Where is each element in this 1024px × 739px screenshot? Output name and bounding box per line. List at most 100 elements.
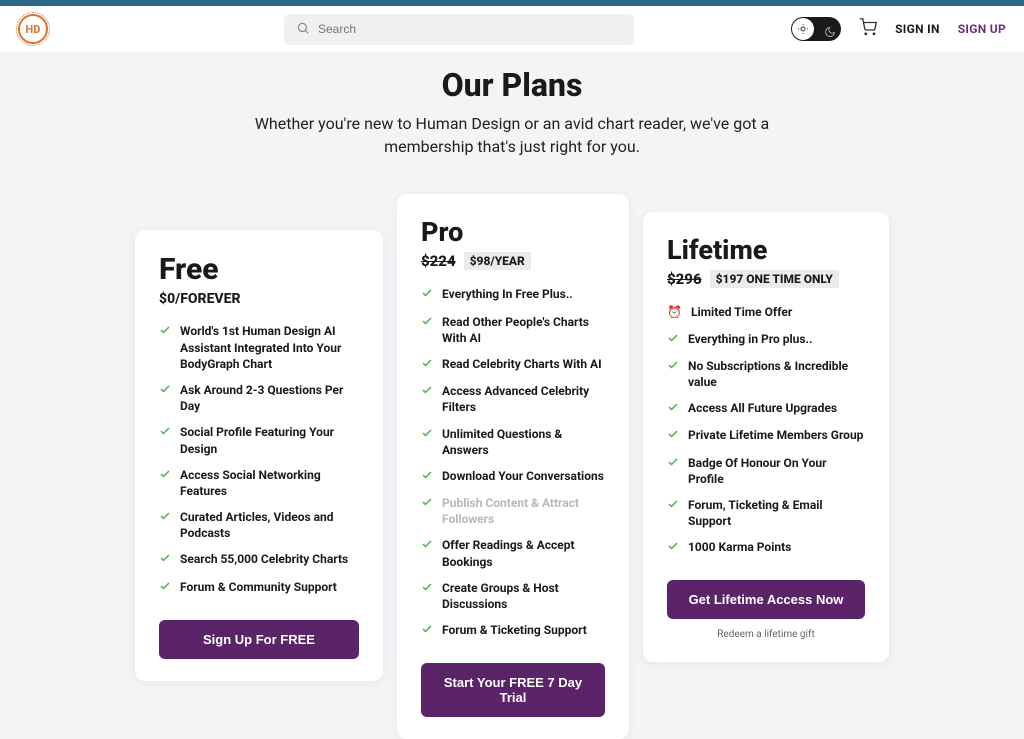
feature-text: Unlimited Questions & Answers (442, 426, 605, 458)
feature-text: Ask Around 2-3 Questions Per Day (180, 382, 359, 414)
feature-item: Unlimited Questions & Answers (421, 426, 605, 458)
check-icon (159, 510, 171, 526)
check-icon (159, 383, 171, 399)
feature-item: Read Other People's Charts With AI (421, 314, 605, 346)
check-icon (421, 538, 433, 554)
plan-price-line: $296 $197 ONE TIME ONLY (667, 270, 865, 288)
sign-up-link[interactable]: SIGN UP (958, 22, 1006, 36)
feature-item: Private Lifetime Members Group (667, 427, 865, 444)
feature-text: Publish Content & Attract Followers (442, 495, 605, 527)
check-icon (421, 287, 433, 303)
page-title: Our Plans (0, 66, 1024, 104)
check-icon (159, 425, 171, 441)
feature-text: Badge Of Honour On Your Profile (688, 455, 865, 487)
feature-item: Everything in Pro plus.. (667, 331, 865, 348)
new-price: $98/YEAR (464, 252, 531, 270)
plan-name: Lifetime (667, 234, 865, 266)
cart-icon[interactable] (859, 18, 877, 40)
limited-offer-row: ⏰ Limited Time Offer (667, 304, 865, 320)
feature-text: Offer Readings & Accept Bookings (442, 537, 605, 569)
check-icon (667, 401, 679, 417)
feature-text: Create Groups & Host Discussions (442, 580, 605, 612)
feature-item: Forum, Ticketing & Email Support (667, 497, 865, 529)
feature-item: Offer Readings & Accept Bookings (421, 537, 605, 569)
lifetime-cta-button[interactable]: Get Lifetime Access Now (667, 580, 865, 619)
feature-text: Access All Future Upgrades (688, 400, 837, 416)
feature-item: Ask Around 2-3 Questions Per Day (159, 382, 359, 414)
feature-item: World's 1st Human Design AI Assistant In… (159, 323, 359, 372)
sign-in-link[interactable]: SIGN IN (895, 22, 940, 36)
search-input[interactable] (318, 22, 622, 36)
check-icon (667, 332, 679, 348)
check-icon (667, 428, 679, 444)
feature-text: Everything in Pro plus.. (688, 331, 813, 347)
old-price: $296 (667, 270, 702, 288)
feature-text: Everything In Free Plus.. (442, 286, 573, 302)
feature-text: Curated Articles, Videos and Podcasts (180, 509, 359, 541)
moon-icon (824, 23, 836, 35)
new-price: $197 ONE TIME ONLY (710, 270, 839, 288)
check-icon (667, 498, 679, 514)
feature-item: Social Profile Featuring Your Design (159, 424, 359, 456)
feature-item: Publish Content & Attract Followers (421, 495, 605, 527)
feature-text: 1000 Karma Points (688, 539, 791, 555)
feature-text: Forum & Community Support (180, 579, 337, 595)
feature-item: Download Your Conversations (421, 468, 605, 485)
check-icon (421, 357, 433, 373)
feature-list: Everything in Pro plus.. No Subscriptions… (667, 331, 865, 557)
feature-text: No Subscriptions & Incredible value (688, 358, 865, 390)
plan-name: Pro (421, 216, 605, 248)
check-icon (667, 359, 679, 375)
plan-price-line: $224 $98/YEAR (421, 252, 605, 270)
check-icon (421, 427, 433, 443)
plans-row: Free $0/FOREVER World's 1st Human Design… (0, 194, 1024, 739)
feature-text: Access Advanced Celebrity Filters (442, 383, 605, 415)
feature-item: Search 55,000 Celebrity Charts (159, 551, 359, 568)
plan-card-pro: Pro $224 $98/YEAR Everything In Free Plu… (397, 194, 629, 739)
search-container[interactable] (284, 14, 634, 45)
feature-item: Forum & Community Support (159, 579, 359, 596)
check-icon (421, 623, 433, 639)
free-cta-button[interactable]: Sign Up For FREE (159, 620, 359, 659)
pro-cta-button[interactable]: Start Your FREE 7 Day Trial (421, 663, 605, 717)
sun-icon (792, 18, 814, 40)
feature-text: Private Lifetime Members Group (688, 427, 863, 443)
redeem-link[interactable]: Redeem a lifetime gift (667, 629, 865, 640)
plan-card-lifetime: Lifetime $296 $197 ONE TIME ONLY ⏰ Limit… (643, 212, 889, 662)
feature-item: Access All Future Upgrades (667, 400, 865, 417)
check-icon (421, 581, 433, 597)
check-icon (159, 324, 171, 340)
feature-item: Create Groups & Host Discussions (421, 580, 605, 612)
feature-item: Forum & Ticketing Support (421, 622, 605, 639)
feature-list: Everything In Free Plus.. Read Other Peop… (421, 286, 605, 639)
check-icon (421, 384, 433, 400)
feature-text: World's 1st Human Design AI Assistant In… (180, 323, 359, 372)
feature-text: Access Social Networking Features (180, 467, 359, 499)
page-subtitle: Whether you're new to Human Design or an… (252, 112, 772, 158)
feature-text: Download Your Conversations (442, 468, 604, 484)
check-icon (421, 496, 433, 512)
feature-list: World's 1st Human Design AI Assistant In… (159, 323, 359, 595)
feature-item: Read Celebrity Charts With AI (421, 356, 605, 373)
feature-item: No Subscriptions & Incredible value (667, 358, 865, 390)
header: HD SIGN IN SIGN UP (0, 6, 1024, 52)
theme-toggle[interactable] (791, 17, 841, 41)
feature-text: Social Profile Featuring Your Design (180, 424, 359, 456)
feature-item: 1000 Karma Points (667, 539, 865, 556)
feature-text: Search 55,000 Celebrity Charts (180, 551, 348, 567)
limited-offer-label: Limited Time Offer (691, 304, 792, 320)
site-logo[interactable]: HD (18, 14, 48, 44)
feature-text: Forum, Ticketing & Email Support (688, 497, 865, 529)
old-price: $224 (421, 252, 456, 270)
feature-item: Badge Of Honour On Your Profile (667, 455, 865, 487)
check-icon (159, 468, 171, 484)
check-icon (667, 540, 679, 556)
feature-item: Access Social Networking Features (159, 467, 359, 499)
hero-section: Our Plans Whether you're new to Human De… (0, 52, 1024, 194)
alarm-icon: ⏰ (667, 304, 682, 320)
search-icon (296, 20, 318, 39)
feature-text: Read Celebrity Charts With AI (442, 356, 602, 372)
feature-text: Read Other People's Charts With AI (442, 314, 605, 346)
check-icon (421, 469, 433, 485)
plan-price: $0/FOREVER (159, 291, 359, 307)
